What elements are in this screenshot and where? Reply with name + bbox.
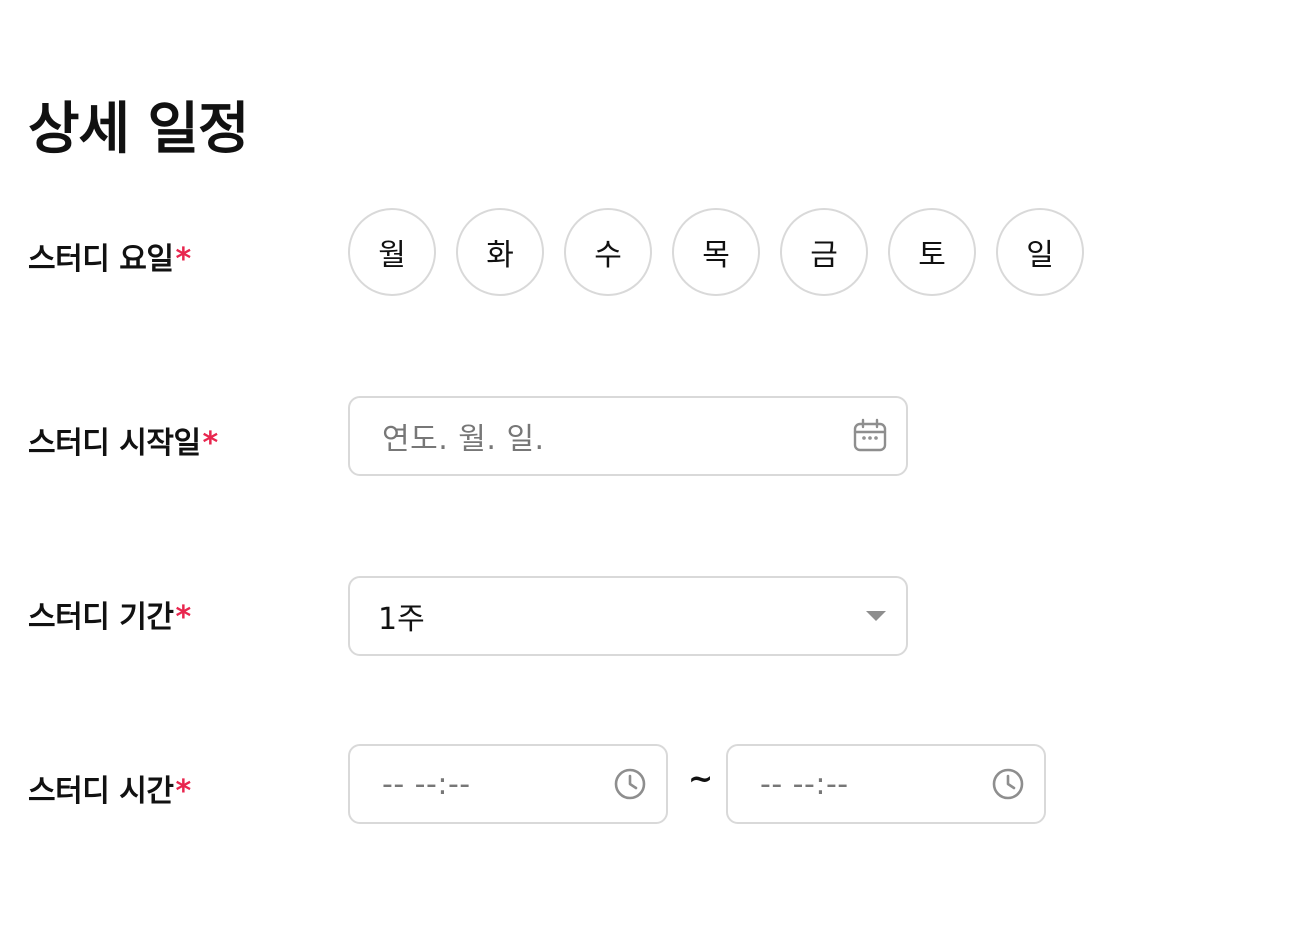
time-range-separator: ~ [688,762,714,797]
duration-row: 스터디 기간* 1주 [28,576,1298,656]
day-button-tue[interactable]: 화 [456,208,544,296]
calendar-icon[interactable] [852,418,888,454]
start-date-row: 스터디 시작일* 연도. 월. 일. [28,396,1298,476]
day-button-thu[interactable]: 목 [672,208,760,296]
end-time-placeholder: -- --:-- [760,766,849,802]
clock-icon[interactable] [612,766,648,802]
clock-icon[interactable] [990,766,1026,802]
study-time-label: 스터디 시간* [28,766,191,810]
duration-select[interactable]: 1주 [348,576,908,656]
start-date-placeholder: 연도. 월. 일. [382,422,545,457]
start-time-input[interactable]: -- --:-- [348,744,668,824]
study-time-label-text: 스터디 시간 [28,774,174,809]
study-time-row: 스터디 시간* -- --:-- ~ -- --:-- [28,744,1298,824]
start-date-label: 스터디 시작일* [28,418,218,462]
day-button-sun[interactable]: 일 [996,208,1084,296]
start-date-input[interactable]: 연도. 월. 일. [348,396,908,476]
required-mark: * [202,426,219,461]
detail-schedule-section: 상세 일정 스터디 요일* 월 화 수 목 금 토 일 스터디 시작일* 연도.… [0,0,1298,932]
required-mark: * [175,774,191,809]
duration-label: 스터디 기간* [28,592,191,636]
day-button-fri[interactable]: 금 [780,208,868,296]
section-title: 상세 일정 [28,97,250,162]
duration-selected-value: 1주 [378,602,425,637]
study-days-label: 스터디 요일* [28,234,191,278]
required-mark: * [175,242,191,277]
start-time-placeholder: -- --:-- [382,766,471,802]
start-date-label-text: 스터디 시작일 [28,426,201,461]
study-days-label-text: 스터디 요일 [28,242,174,277]
caret-down-icon [864,609,888,623]
study-days-row: 스터디 요일* 월 화 수 목 금 토 일 [28,208,1298,296]
end-time-input[interactable]: -- --:-- [726,744,1046,824]
day-button-wed[interactable]: 수 [564,208,652,296]
day-button-mon[interactable]: 월 [348,208,436,296]
day-picker: 월 화 수 목 금 토 일 [348,208,1084,296]
required-mark: * [175,600,191,635]
day-button-sat[interactable]: 토 [888,208,976,296]
duration-label-text: 스터디 기간 [28,600,174,635]
